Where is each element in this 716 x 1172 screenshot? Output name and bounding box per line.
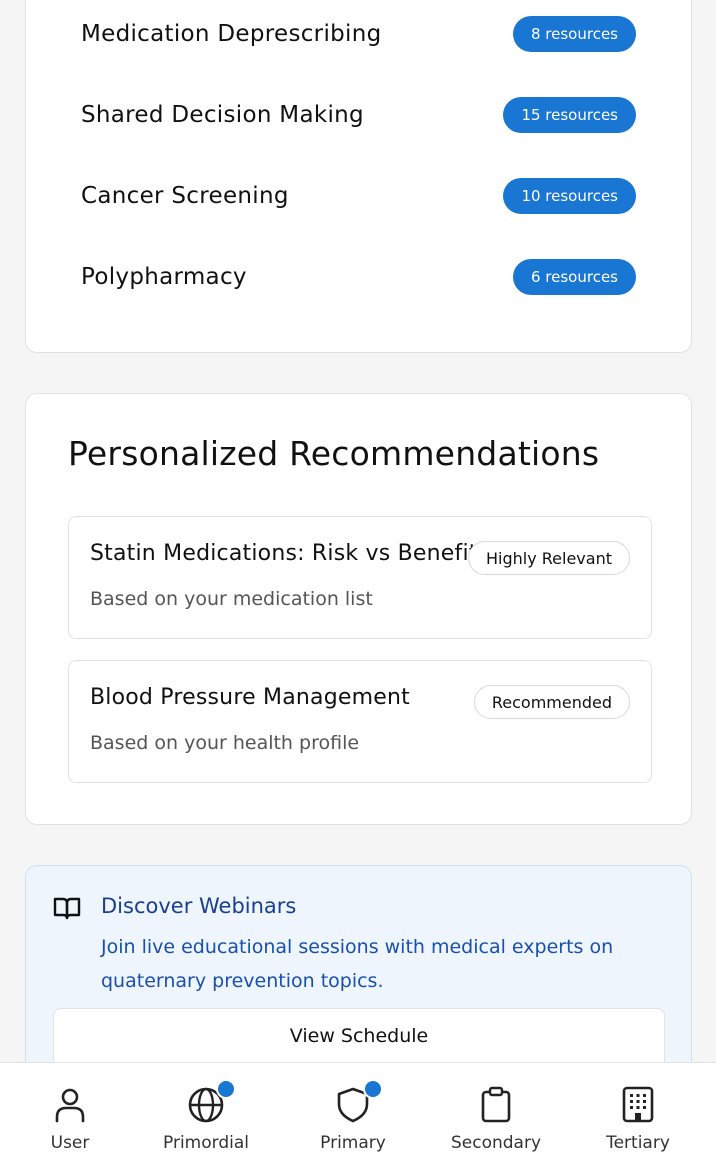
nav-item-user[interactable]: User [10, 1063, 130, 1172]
relevance-chip: Recommended [473, 685, 630, 719]
nav-item-secondary[interactable]: Secondary [436, 1063, 556, 1172]
topic-row-cancer-screening[interactable]: Cancer Screening 10 resources [81, 176, 636, 216]
clipboard-icon [481, 1086, 511, 1123]
topic-name: Cancer Screening [81, 183, 289, 209]
recommendation-subtitle: Based on your medication list [90, 588, 373, 610]
nav-label: Primordial [163, 1133, 249, 1153]
building-icon [622, 1086, 654, 1123]
user-icon [55, 1088, 85, 1123]
resource-count-badge: 8 resources [512, 16, 636, 52]
app-screen: Medication Deprescribing 8 resources Sha… [0, 0, 716, 1172]
recommendation-subtitle: Based on your health profile [90, 732, 360, 754]
view-schedule-button[interactable]: View Schedule [53, 1008, 665, 1068]
topic-name: Shared Decision Making [81, 102, 364, 128]
recommendation-item[interactable]: Statin Medications: Risk vs Benefit High… [68, 516, 652, 639]
resource-count-badge: 15 resources [503, 97, 636, 133]
nav-label: Tertiary [606, 1133, 670, 1153]
bottom-nav: User Primordial Primary Secondary Tertia… [0, 1062, 716, 1172]
resource-count-badge: 10 resources [503, 178, 636, 214]
recommendation-item[interactable]: Blood Pressure Management Recommended Ba… [68, 660, 652, 783]
book-open-icon [53, 897, 81, 920]
notification-dot [363, 1079, 383, 1099]
nav-label: User [50, 1133, 90, 1153]
relevance-chip: Highly Relevant [468, 541, 630, 575]
nav-item-primordial[interactable]: Primordial [146, 1063, 266, 1172]
recommendation-title: Statin Medications: Risk vs Benefit [90, 541, 478, 566]
topic-row-polypharmacy[interactable]: Polypharmacy 6 resources [81, 257, 636, 297]
notification-dot [216, 1079, 236, 1099]
nav-item-tertiary[interactable]: Tertiary [578, 1063, 698, 1172]
webinar-description: Join live educational sessions with medi… [101, 936, 614, 992]
topic-row-shared-decision-making[interactable]: Shared Decision Making 15 resources [81, 95, 636, 135]
topic-name: Medication Deprescribing [81, 21, 382, 47]
topics-card: Medication Deprescribing 8 resources Sha… [25, 0, 692, 353]
webinar-title: Discover Webinars [101, 894, 297, 918]
nav-item-primary[interactable]: Primary [293, 1063, 413, 1172]
nav-label: Primary [320, 1133, 386, 1153]
topic-name: Polypharmacy [81, 264, 247, 290]
nav-label: Secondary [450, 1133, 542, 1153]
resource-count-badge: 6 resources [512, 259, 636, 295]
recommendations-card: Personalized Recommendations Statin Medi… [25, 393, 692, 825]
recommendation-title: Blood Pressure Management [90, 685, 410, 710]
topic-row-medication-deprescribing[interactable]: Medication Deprescribing 8 resources [81, 14, 636, 54]
section-title: Personalized Recommendations [68, 434, 600, 473]
